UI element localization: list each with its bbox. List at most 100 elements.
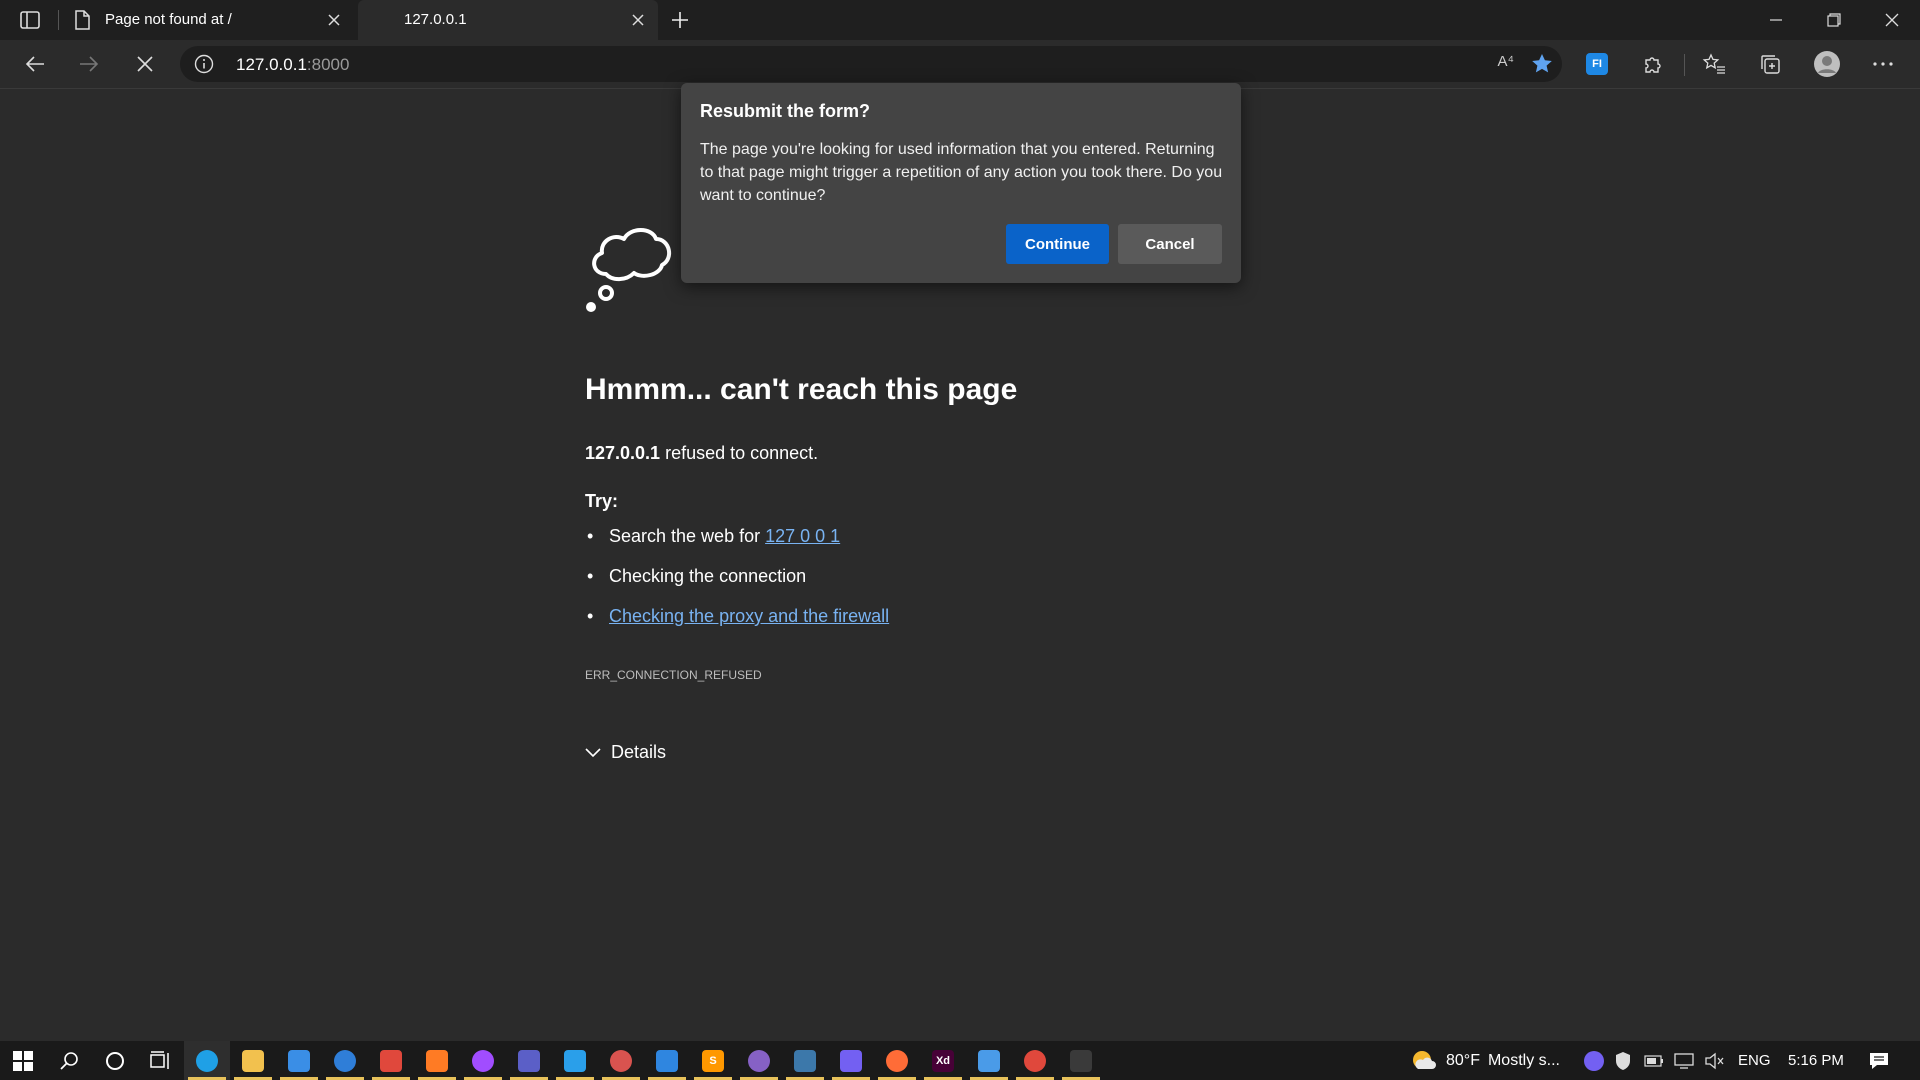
taskbar-app-sublime[interactable]: S xyxy=(690,1041,736,1080)
volume-muted-icon[interactable] xyxy=(1704,1041,1724,1080)
taskbar-app-chrome[interactable] xyxy=(368,1041,414,1080)
collections-button[interactable] xyxy=(1753,48,1787,80)
task-view-icon xyxy=(150,1050,169,1069)
new-tab-button[interactable] xyxy=(666,6,694,34)
list-item: • Search the web for 127 0 0 1 xyxy=(587,526,841,546)
shield-icon[interactable] xyxy=(1614,1041,1632,1080)
mail-icon xyxy=(334,1049,356,1072)
chevron-down-icon xyxy=(585,747,601,757)
minimize-icon xyxy=(1770,19,1782,21)
cortana-icon xyxy=(106,1051,124,1070)
cortana-button[interactable] xyxy=(92,1041,138,1080)
clock[interactable]: 5:16 PM xyxy=(1788,1041,1844,1080)
windows-icon xyxy=(13,1050,33,1071)
task-view-button[interactable] xyxy=(138,1041,184,1080)
file-explorer-icon xyxy=(242,1049,264,1072)
network-app-icon xyxy=(978,1049,1000,1072)
taskbar-app-store[interactable] xyxy=(276,1041,322,1080)
store-icon xyxy=(288,1049,310,1072)
stop-loading-button[interactable] xyxy=(128,48,162,80)
details-toggle[interactable]: Details xyxy=(585,742,666,763)
tab-page-not-found[interactable]: Page not found at / xyxy=(62,0,354,40)
try-label: Try: xyxy=(585,491,619,511)
search-web-link[interactable]: 127 0 0 1 xyxy=(765,526,840,546)
resubmit-form-dialog: Resubmit the form? The page you're looki… xyxy=(681,83,1241,283)
more-dots-icon xyxy=(1873,62,1893,66)
tab-title: Page not found at / xyxy=(105,11,232,28)
tab-localhost[interactable]: 127.0.0.1 xyxy=(358,0,658,40)
taskbar-app-visual-studio[interactable] xyxy=(736,1041,782,1080)
favorite-star-icon[interactable] xyxy=(1530,52,1554,76)
taskbar-app-postman[interactable] xyxy=(874,1041,920,1080)
extension-button[interactable]: FI xyxy=(1580,48,1614,80)
favorites-button[interactable] xyxy=(1697,48,1731,80)
dialog-title: Resubmit the form? xyxy=(700,101,871,121)
taskbar-app-vscode[interactable] xyxy=(552,1041,598,1080)
battery-icon[interactable] xyxy=(1644,1041,1664,1080)
refused-host: 127.0.0.1 xyxy=(585,443,661,463)
taskbar-app-python[interactable] xyxy=(782,1041,828,1080)
minimize-button[interactable] xyxy=(1748,0,1804,40)
cancel-button[interactable]: Cancel xyxy=(1118,224,1222,264)
weather-sun-cloud-icon xyxy=(1413,1050,1436,1069)
action-center-button[interactable] xyxy=(1868,1041,1890,1080)
taskbar-app-app-cloud[interactable] xyxy=(598,1041,644,1080)
refused-message: 127.0.0.1 refused to connect. xyxy=(585,443,818,464)
settings-more-button[interactable] xyxy=(1866,48,1900,80)
document-icon xyxy=(75,10,90,30)
taskbar-app-chrome-2[interactable] xyxy=(1012,1041,1058,1080)
app-cloud-icon xyxy=(610,1049,632,1072)
search-button[interactable] xyxy=(46,1041,92,1080)
details-label: Details xyxy=(611,742,667,762)
taskbar-app-messenger[interactable] xyxy=(460,1041,506,1080)
error-heading: Hmmm... can't reach this page xyxy=(585,373,1018,406)
taskbar-app-adobe-xd[interactable]: Xd xyxy=(920,1041,966,1080)
info-icon[interactable] xyxy=(194,54,214,74)
notification-icon xyxy=(1870,1052,1888,1069)
taskbar-app-edge[interactable] xyxy=(184,1041,230,1080)
suggestion-text: Search the web for xyxy=(609,526,766,546)
list-item: • Checking the connection xyxy=(587,566,807,586)
forward-button[interactable] xyxy=(72,48,106,80)
continue-button[interactable]: Continue xyxy=(1006,224,1109,264)
close-window-button[interactable] xyxy=(1864,0,1920,40)
viber-tray-icon[interactable] xyxy=(1584,1041,1604,1080)
language-indicator[interactable]: ENG xyxy=(1738,1041,1771,1080)
taskbar-app-file-explorer[interactable] xyxy=(230,1041,276,1080)
taskbar-app-viber[interactable] xyxy=(828,1041,874,1080)
weather-widget[interactable]: 80°F Mostly s... xyxy=(1410,1041,1560,1080)
app-hex-icon xyxy=(656,1049,678,1072)
start-button[interactable] xyxy=(0,1041,46,1080)
weather-desc: Mostly s... xyxy=(1487,1051,1560,1069)
url-port: :8000 xyxy=(306,55,350,74)
taskbar-app-teams[interactable] xyxy=(506,1041,552,1080)
tab-close-button[interactable] xyxy=(628,10,648,30)
viber-icon xyxy=(840,1049,862,1072)
teams-icon xyxy=(518,1049,540,1072)
read-aloud-icon[interactable]: A⁴ xyxy=(1498,53,1514,70)
taskbar-app-mail[interactable] xyxy=(322,1041,368,1080)
dialog-message: The page you're looking for used informa… xyxy=(700,141,1223,204)
tab-close-button[interactable] xyxy=(324,10,344,30)
profile-button[interactable] xyxy=(1810,48,1844,80)
suggestion-list: • Search the web for 127 0 0 1 • Checkin… xyxy=(585,526,889,646)
network-icon[interactable] xyxy=(1674,1041,1694,1080)
address-bar[interactable]: 127.0.0.1:8000 A⁴ xyxy=(180,46,1562,82)
toolbar-separator xyxy=(1684,54,1685,76)
tab-actions-icon xyxy=(20,11,40,29)
tab-actions-button[interactable] xyxy=(14,6,46,34)
messenger-icon xyxy=(472,1049,494,1072)
proxy-firewall-link[interactable]: Checking the proxy and the firewall xyxy=(609,606,889,626)
close-icon xyxy=(1885,13,1899,27)
restore-button[interactable] xyxy=(1806,0,1862,40)
taskbar-app-app-hex[interactable] xyxy=(644,1041,690,1080)
python-icon xyxy=(794,1049,816,1072)
taskbar-app-network-app[interactable] xyxy=(966,1041,1012,1080)
back-button[interactable] xyxy=(18,48,52,80)
taskbar-app-firefox[interactable] xyxy=(414,1041,460,1080)
extensions-button[interactable] xyxy=(1636,48,1670,80)
chrome-icon xyxy=(380,1049,402,1072)
taskbar-app-terminal[interactable] xyxy=(1058,1041,1104,1080)
close-icon xyxy=(328,14,340,26)
url-text[interactable]: 127.0.0.1:8000 xyxy=(236,55,349,75)
